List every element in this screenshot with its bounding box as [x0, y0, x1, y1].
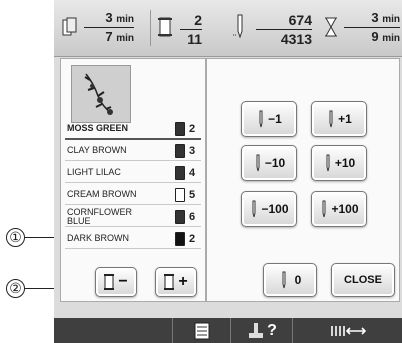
thread-color-number: 2 — [189, 232, 196, 245]
pattern-preview — [71, 65, 131, 123]
needle-icon — [233, 14, 243, 39]
machine-icon — [249, 322, 264, 338]
stitch-time-bottom-unit: min — [116, 33, 134, 44]
thread-color-name: MOSS GREEN — [67, 123, 129, 133]
thread-spool-icon — [175, 210, 185, 224]
thread-color-number: 2 — [189, 122, 196, 135]
color-progress-current: 2 — [180, 13, 202, 30]
minus-10-stitch-button[interactable]: −10 — [241, 145, 297, 181]
stitch-count-current: 674 — [256, 13, 312, 30]
help-label: ? — [267, 321, 277, 339]
status-bar: 3 min 7 min 2 11 674 4313 3 min 9 min — [54, 0, 402, 57]
remaining-time-bottom: 9 — [371, 29, 379, 44]
thread-color-name: CREAM BROWN — [67, 189, 137, 199]
reset-zero-button[interactable]: 0 — [263, 263, 317, 297]
remaining-time-top-unit: min — [382, 14, 400, 25]
thread-color-row: MOSS GREEN 2 — [65, 119, 201, 140]
thread-color-row: CORNFLOWER BLUE 6 — [65, 207, 201, 227]
previous-color-button[interactable]: − — [95, 267, 137, 297]
spool-icon — [164, 274, 175, 290]
thread-spool-icon — [175, 232, 185, 246]
thread-color-panel: MOSS GREEN 2 CLAY BROWN 3 LIGHT LILAC 4 CREAM … — [60, 58, 206, 302]
needle-icon — [256, 154, 260, 172]
thread-spool-icon — [175, 122, 185, 136]
needle-icon — [282, 271, 286, 289]
next-color-label: + — [178, 273, 188, 290]
thread-color-row: CREAM BROWN 5 — [65, 185, 201, 205]
next-color-button[interactable]: + — [155, 267, 197, 297]
minus-100-stitch-button[interactable]: −100 — [241, 191, 297, 227]
needle-icon — [326, 154, 330, 172]
thread-color-row: DARK BROWN 2 — [65, 229, 201, 249]
stitch-time-value: 3 min 7 min — [84, 11, 134, 44]
thread-spool-icon — [158, 17, 172, 37]
remaining-time-top: 3 — [371, 10, 379, 25]
thread-color-number: 4 — [189, 166, 196, 179]
spool-time-icon — [62, 17, 77, 36]
close-label: CLOSE — [344, 274, 382, 286]
spool-icon — [104, 274, 115, 290]
status-separator — [150, 10, 151, 46]
embroidery-pattern-image — [84, 73, 113, 115]
plus-10-stitch-button[interactable]: +10 — [311, 145, 367, 181]
stitch-step-panel: −1 +1 −10 +10 −100 +100 0 CLOSE — [206, 58, 400, 302]
help-button[interactable]: ? — [230, 318, 293, 343]
plus-100-stitch-button[interactable]: +100 — [311, 191, 367, 227]
needle-icon — [252, 200, 256, 218]
stitch-time-top-unit: min — [116, 14, 134, 25]
thread-color-name: CORNFLOWER BLUE — [67, 207, 132, 226]
zero-label: 0 — [294, 273, 302, 287]
callout-1: ① — [6, 228, 25, 247]
needle-icon — [329, 110, 333, 128]
remaining-time-value: 3 min 9 min — [344, 11, 400, 44]
thread-color-row: CLAY BROWN 3 — [65, 141, 201, 161]
stitch-count-total: 4313 — [280, 31, 312, 47]
thread-list-button[interactable] — [172, 318, 231, 343]
thread-spool-icon — [175, 166, 185, 180]
thread-spool-icon — [175, 144, 185, 158]
needle-icon — [322, 200, 326, 218]
plus-100-label: +100 — [331, 202, 359, 216]
plus-1-stitch-button[interactable]: +1 — [311, 101, 367, 137]
checklist-icon — [194, 322, 210, 339]
thread-color-number: 6 — [189, 210, 196, 223]
minus-1-stitch-button[interactable]: −1 — [241, 101, 297, 137]
callout-2: ② — [6, 279, 25, 298]
stitch-count-stat: 674 4313 — [232, 9, 316, 47]
stitch-time-top: 3 — [105, 10, 113, 25]
color-progress-total: 11 — [187, 31, 202, 47]
stitch-length-button[interactable] — [292, 318, 402, 343]
needle-icon — [259, 110, 263, 128]
remaining-time-stat: 3 min 9 min — [324, 9, 402, 47]
stitch-count-value: 674 4313 — [256, 13, 312, 46]
plus-10-label: +10 — [334, 156, 356, 170]
thread-color-row: LIGHT LILAC 4 — [65, 163, 201, 183]
previous-color-label: − — [118, 273, 128, 290]
thread-spool-icon — [175, 188, 185, 202]
stitch-arrows-icon — [331, 325, 366, 336]
minus-1-label: −1 — [268, 112, 282, 126]
hourglass-icon — [325, 17, 337, 37]
color-progress-value: 2 11 — [180, 13, 202, 46]
thread-color-name: CLAY BROWN — [67, 145, 127, 155]
stitch-time-bottom: 7 — [105, 29, 113, 44]
minus-10-label: −10 — [264, 156, 286, 170]
thread-color-number: 3 — [189, 144, 196, 157]
embroidery-screen: 3 min 7 min 2 11 674 4313 3 min 9 min MO… — [54, 0, 402, 343]
thread-color-name: LIGHT LILAC — [67, 167, 121, 177]
thread-color-number: 5 — [189, 188, 196, 201]
color-progress-stat: 2 11 — [158, 9, 218, 47]
stitch-time-stat: 3 min 7 min — [62, 9, 140, 47]
bottom-bar: ? — [54, 318, 402, 343]
plus-1-label: +1 — [338, 112, 352, 126]
thread-color-name: DARK BROWN — [67, 233, 130, 243]
remaining-time-bottom-unit: min — [382, 33, 400, 44]
close-button[interactable]: CLOSE — [331, 263, 395, 297]
minus-100-label: −100 — [261, 202, 289, 216]
